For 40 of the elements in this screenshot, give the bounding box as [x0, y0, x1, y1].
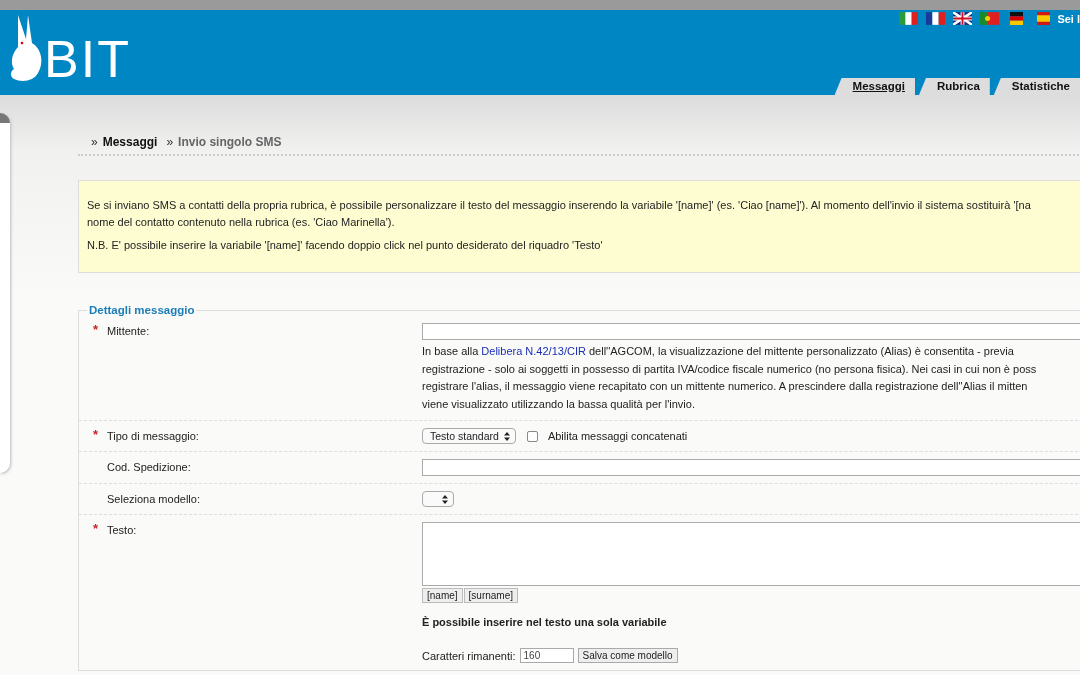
- breadcrumb-separator: »: [166, 135, 174, 149]
- breadcrumb-separator: »: [91, 135, 98, 149]
- breadcrumb-item: Invio singolo SMS: [178, 135, 282, 149]
- flag-icon[interactable]: [926, 12, 946, 25]
- help-text: In base alla Delibera N.42/13/CIR dell''AGCOM, la visualizzazione del mittente personalizzato (Alias) è consentita - previa registrazione - solo ai soggetti in possesso di partita IVA/codice fiscale numerico (no persona fisica). Nei casi in cui non è poss registrare l'alias, il messaggio viene recapitato con un mittente numerico. A prescindere dalla registrazione dell''Alias il mitten viene visualizzato utilizzando la bassa qualità per l'invio.: [422, 344, 1038, 412]
- nav-tab[interactable]: Messaggi: [834, 78, 915, 95]
- checkbox-label: Abilita messaggi concatenati: [547, 430, 688, 442]
- field-label: Cod. Spedizione:: [107, 460, 191, 475]
- updown-arrow-icon: [442, 494, 448, 504]
- dropdown[interactable]: [422, 491, 454, 507]
- info-text: Se si inviano SMS a contatti della propria rubrica, è possibile personalizzare il testo del messaggio inserendo la variabile '[name]' (es. 'Ciao [name]'). Al momento dell'invio il sistema sostituirà '[na nome del contatto contenuto nella rubrica (es. 'Ciao Marinella').: [87, 198, 1032, 230]
- nav-tab[interactable]: Rubrica: [919, 78, 990, 95]
- field-label: Mittente:: [107, 324, 150, 339]
- input-field[interactable]: [422, 459, 1080, 476]
- required-mark: *: [92, 521, 98, 536]
- variable-button[interactable]: [surname]: [463, 588, 519, 603]
- breadcrumb-item[interactable]: Messaggi: [102, 135, 158, 149]
- field-label: Testo:: [107, 523, 137, 538]
- save-template-button[interactable]: Salva come modello: [577, 648, 678, 663]
- field-label: Tipo di messaggio:: [107, 429, 199, 444]
- link[interactable]: Delibera N.42/13/CIR: [481, 345, 586, 357]
- counter-field: 160: [519, 648, 574, 663]
- required-mark: *: [92, 322, 98, 337]
- message-textarea[interactable]: [422, 522, 1080, 586]
- dropdown[interactable]: Testo standard: [422, 428, 516, 444]
- variable-button[interactable]: [name]: [422, 588, 463, 603]
- nav-tab[interactable]: Statistiche: [993, 78, 1080, 95]
- flag-icon[interactable]: [953, 12, 973, 25]
- user-text: Sei l: [1057, 12, 1080, 25]
- updown-arrow-icon: [503, 431, 510, 441]
- info-text: N.B. E' possibile inserire la variabile '[name]' facendo doppio click nel punto desiderato del riquadro 'Testo': [87, 238, 604, 253]
- counter-label: Caratteri rimanenti:: [422, 649, 516, 662]
- required-mark: *: [92, 427, 98, 442]
- input-field[interactable]: [422, 323, 1080, 340]
- logo-text: BIT: [44, 35, 131, 83]
- section-title: Dettagli messaggio: [88, 304, 196, 316]
- flag-icon[interactable]: [899, 12, 919, 25]
- note-text: È possibile inserire nel testo una sola variabile: [422, 616, 668, 628]
- checkbox[interactable]: [526, 430, 538, 442]
- field-label: Seleziona modello:: [107, 492, 200, 507]
